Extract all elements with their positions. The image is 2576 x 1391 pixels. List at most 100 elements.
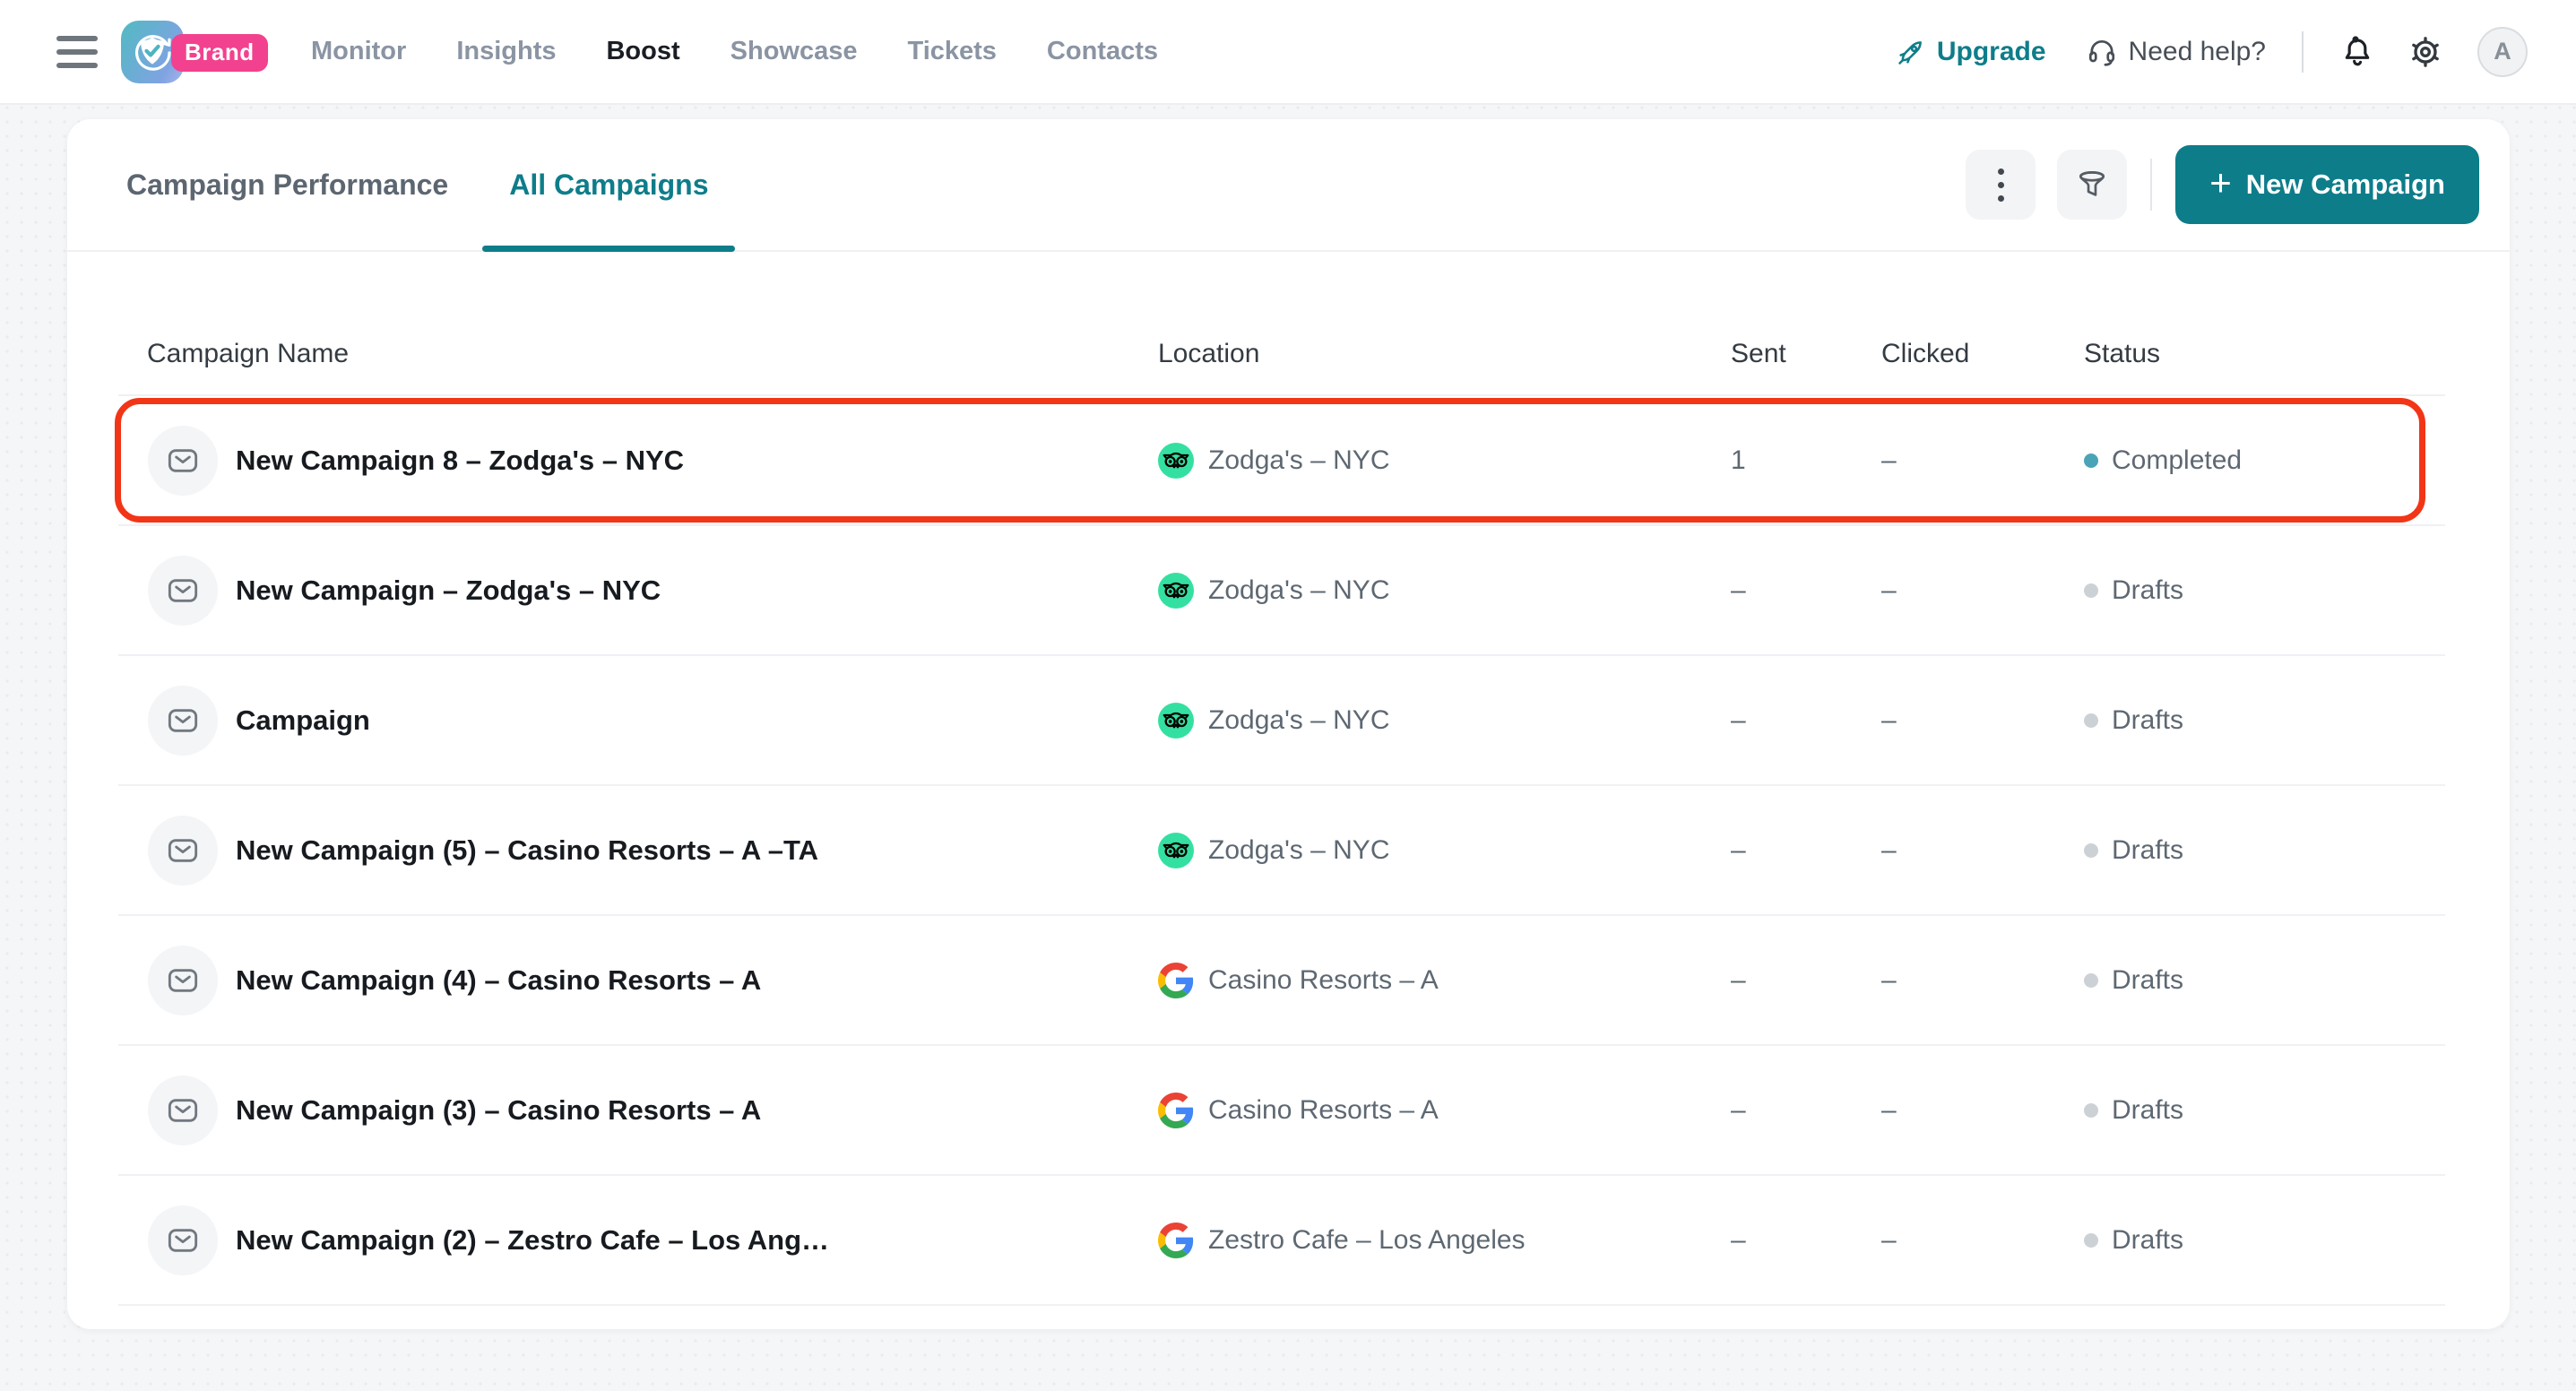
nav-item[interactable]: Boost <box>606 37 679 66</box>
campaign-name-cell: New Campaign (2) – Zestro Cafe – Los Ang… <box>118 1205 1158 1275</box>
campaign-name: New Campaign – Zodga's – NYC <box>236 575 661 607</box>
campaign-name: New Campaign (4) – Casino Resorts – A <box>236 964 761 997</box>
top-nav: Brand Monitor Insights <box>0 0 2576 105</box>
tab-campaign-performance[interactable]: Campaign Performance <box>99 119 475 250</box>
nav-item[interactable]: Showcase <box>730 37 858 66</box>
status-cell: Drafts <box>2084 965 2445 996</box>
nav-right-cluster: Upgrade Need help? <box>1896 27 2528 77</box>
table-row[interactable]: New Campaign – Zodga's – NYC <box>118 526 2445 656</box>
location-cell: Zodga's – NYC <box>1158 703 1731 739</box>
nav-item[interactable]: Insights <box>456 37 556 66</box>
platform-icon <box>1158 703 1194 739</box>
status-label: Drafts <box>2112 835 2183 866</box>
status-cell: Drafts <box>2084 835 2445 866</box>
table-row[interactable]: New Campaign (4) – Casino Resorts – A <box>118 916 2445 1046</box>
tripadvisor-icon <box>1158 443 1194 479</box>
brand-badge: Brand <box>171 34 268 72</box>
clicked-cell: – <box>1881 1225 2084 1256</box>
tab-all-campaigns[interactable]: All Campaigns <box>482 119 735 250</box>
envelope-icon <box>165 833 201 868</box>
need-help-link[interactable]: Need help? <box>2086 36 2266 68</box>
campaign-name-cell: New Campaign 8 – Zodga's – NYC <box>118 426 1158 496</box>
column-location: Location <box>1158 339 1731 369</box>
settings-gear-icon[interactable] <box>2407 34 2443 70</box>
campaign-avatar <box>148 1205 218 1275</box>
sent-cell: – <box>1731 1225 1881 1256</box>
status-label: Drafts <box>2112 965 2183 996</box>
campaign-avatar <box>148 946 218 1015</box>
nav-item[interactable]: Contacts <box>1047 37 1158 66</box>
status-dot <box>2084 1233 2098 1248</box>
campaign-avatar <box>148 556 218 626</box>
platform-icon <box>1158 573 1194 609</box>
google-icon <box>1158 1223 1194 1258</box>
status-cell: Drafts <box>2084 1095 2445 1126</box>
brand-logo[interactable]: Brand <box>121 21 264 83</box>
campaign-name: New Campaign (2) – Zestro Cafe – Los Ang… <box>236 1224 829 1257</box>
campaign-name: New Campaign (3) – Casino Resorts – A <box>236 1094 761 1127</box>
clicked-cell: – <box>1881 575 2084 606</box>
platform-icon <box>1158 1093 1194 1128</box>
sent-cell: – <box>1731 835 1881 866</box>
campaign-name-cell: New Campaign (4) – Casino Resorts – A <box>118 946 1158 1015</box>
avatar-initial: A <box>2494 38 2511 65</box>
more-options-button[interactable] <box>1966 150 2036 220</box>
envelope-icon <box>165 963 201 998</box>
clicked-cell: – <box>1881 965 2084 996</box>
nav-item-label: Showcase <box>730 37 858 66</box>
location-label: Casino Resorts – A <box>1208 965 1439 996</box>
clicked-cell: – <box>1881 1095 2084 1126</box>
clicked-cell: – <box>1881 445 2084 476</box>
campaign-name-cell: New Campaign (3) – Casino Resorts – A <box>118 1076 1158 1145</box>
location-cell: Zodga's – NYC <box>1158 573 1731 609</box>
campaign-avatar <box>148 1076 218 1145</box>
location-label: Zodga's – NYC <box>1208 575 1390 606</box>
toolbar-actions: + New Campaign <box>1966 145 2479 224</box>
table-row[interactable]: New Campaign (2) – Zestro Cafe – Los Ang… <box>118 1176 2445 1306</box>
nav-item[interactable]: Tickets <box>908 37 997 66</box>
table-row[interactable]: New Campaign 8 – Zodga's – NYC <box>118 396 2445 526</box>
notifications-bell-icon[interactable] <box>2339 34 2375 70</box>
sent-cell: – <box>1731 965 1881 996</box>
nav-item-label: Boost <box>606 37 679 66</box>
hamburger-menu-icon[interactable] <box>56 36 98 68</box>
status-label: Completed <box>2112 445 2242 476</box>
status-label: Drafts <box>2112 1095 2183 1126</box>
tripadvisor-icon <box>1158 833 1194 868</box>
new-campaign-button[interactable]: + New Campaign <box>2175 145 2479 224</box>
table-body: New Campaign 8 – Zodga's – NYC <box>118 396 2445 1306</box>
location-label: Zodga's – NYC <box>1208 835 1390 866</box>
table-row[interactable]: New Campaign (3) – Casino Resorts – A <box>118 1046 2445 1176</box>
location-label: Casino Resorts – A <box>1208 1095 1439 1126</box>
need-help-label: Need help? <box>2129 37 2266 67</box>
table-row[interactable]: Campaign <box>118 656 2445 786</box>
status-dot <box>2084 454 2098 468</box>
campaigns-card: Campaign Performance All Campaigns + New… <box>67 119 2510 1329</box>
filter-button[interactable] <box>2057 150 2127 220</box>
sent-cell: 1 <box>1731 445 1881 476</box>
status-dot <box>2084 713 2098 728</box>
upgrade-link[interactable]: Upgrade <box>1896 37 2046 67</box>
table-row[interactable]: New Campaign (5) – Casino Resorts – A –T… <box>118 786 2445 916</box>
nav-item-label: Tickets <box>908 37 997 66</box>
location-cell: Zestro Cafe – Los Angeles <box>1158 1223 1731 1258</box>
upgrade-label: Upgrade <box>1937 37 2046 67</box>
status-cell: Drafts <box>2084 705 2445 736</box>
status-dot <box>2084 583 2098 598</box>
column-sent: Sent <box>1731 339 1881 369</box>
nav-item-label: Insights <box>456 37 556 66</box>
status-cell: Completed <box>2084 445 2445 476</box>
nav-item-label: Monitor <box>311 37 406 66</box>
platform-icon <box>1158 963 1194 998</box>
status-label: Drafts <box>2112 705 2183 736</box>
nav-item[interactable]: Monitor <box>311 37 406 66</box>
clicked-cell: – <box>1881 705 2084 736</box>
campaign-name-cell: New Campaign (5) – Casino Resorts – A –T… <box>118 816 1158 886</box>
envelope-icon <box>165 703 201 739</box>
envelope-icon <box>165 573 201 609</box>
campaigns-table: Campaign Name Location Sent Clicked Stat… <box>118 252 2445 1306</box>
google-icon <box>1158 1093 1194 1128</box>
user-avatar[interactable]: A <box>2477 27 2528 77</box>
status-cell: Drafts <box>2084 575 2445 606</box>
platform-icon <box>1158 1223 1194 1258</box>
